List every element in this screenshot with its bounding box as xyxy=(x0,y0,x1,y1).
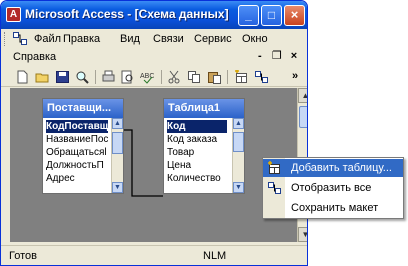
scroll-down-icon[interactable]: ▼ xyxy=(112,182,123,193)
scroll-thumb[interactable] xyxy=(233,132,244,152)
status-text: Готов xyxy=(9,250,37,262)
add-table-icon xyxy=(268,161,280,174)
menu-bar-row2: Справка - ❐ × xyxy=(1,48,307,66)
menu-bar: Файл Правка Вид Связи Сервис Окно xyxy=(1,30,307,48)
cut-icon[interactable] xyxy=(167,70,182,84)
field-item[interactable]: Цена xyxy=(167,159,227,172)
close-button[interactable]: × xyxy=(284,5,305,26)
open-icon[interactable] xyxy=(35,70,50,84)
save-icon[interactable] xyxy=(55,70,70,84)
field-item[interactable]: КодПоставщ xyxy=(46,120,108,133)
context-menu-label: Добавить таблицу... xyxy=(291,162,392,174)
toolbar-separator xyxy=(227,70,228,84)
scroll-up-icon[interactable]: ▲ xyxy=(112,118,123,129)
context-menu: Добавить таблицу... Отобразить все Сохра… xyxy=(262,157,404,219)
maximize-button[interactable]: □ xyxy=(261,5,282,26)
menu-view[interactable]: Вид xyxy=(120,33,140,45)
show-all-icon xyxy=(268,182,281,194)
scroll-thumb[interactable] xyxy=(112,132,123,154)
table-suppliers-title[interactable]: Поставщи... xyxy=(43,99,123,118)
field-item[interactable]: Код xyxy=(167,120,227,133)
svg-text:ABC: ABC xyxy=(140,73,154,80)
title-bar[interactable]: A Microsoft Access - [Схема данных] _ □ … xyxy=(1,1,307,29)
menu-edit[interactable]: Правка xyxy=(63,33,100,45)
field-item[interactable]: НазваниеПос xyxy=(46,133,108,146)
mdi-controls: - ❐ × xyxy=(253,49,301,62)
mdi-close-button[interactable]: × xyxy=(287,50,301,62)
toolbar-separator xyxy=(161,70,162,84)
scroll-down-icon[interactable]: ▼ xyxy=(298,227,307,242)
table-suppliers[interactable]: Поставщи... КодПоставщ НазваниеПос Обращ… xyxy=(42,98,124,194)
field-item[interactable]: Код заказа xyxy=(167,133,227,146)
context-menu-item-add-table[interactable]: Добавить таблицу... xyxy=(263,159,403,177)
status-bar: Готов NLM xyxy=(1,245,307,265)
show-all-icon[interactable] xyxy=(254,70,269,84)
toolbar-separator xyxy=(95,70,96,84)
scroll-thumb[interactable] xyxy=(299,106,307,128)
scroll-up-icon[interactable]: ▲ xyxy=(298,88,307,103)
toolbar-options-icon[interactable]: » xyxy=(292,70,304,84)
mdi-restore-button[interactable]: ❐ xyxy=(270,49,284,62)
field-item[interactable]: ДолжностьП xyxy=(46,159,108,172)
table-table1-title[interactable]: Таблица1 xyxy=(164,99,244,118)
menu-tools[interactable]: Сервис xyxy=(194,33,232,45)
paste-icon[interactable] xyxy=(207,70,222,84)
table-suppliers-fields: КодПоставщ НазваниеПос Обращатьсяl Должн… xyxy=(43,118,123,193)
field-item[interactable]: Количество xyxy=(167,172,227,185)
minimize-button[interactable]: _ xyxy=(238,5,259,26)
menu-relationships[interactable]: Связи xyxy=(153,33,184,45)
spellcheck-icon[interactable]: ABC xyxy=(139,70,154,84)
show-table-icon[interactable] xyxy=(234,70,249,84)
window-title: Microsoft Access - [Схема данных] xyxy=(25,7,229,21)
context-menu-label: Сохранить макет xyxy=(291,202,379,214)
num-lock-indicator: NLM xyxy=(203,250,227,262)
scroll-up-icon[interactable]: ▲ xyxy=(233,118,244,129)
access-app-icon[interactable]: A xyxy=(6,7,21,22)
toolbar: ABC » xyxy=(1,67,307,87)
menu-file[interactable]: Файл xyxy=(34,33,61,45)
new-icon[interactable] xyxy=(15,70,30,84)
table-table1-fields: Код Код заказа Товар Цена Количество ▲ ▼ xyxy=(164,118,244,193)
relationship-line[interactable] xyxy=(124,123,164,203)
print-icon[interactable] xyxy=(101,70,116,84)
field-item[interactable]: Адрес xyxy=(46,172,108,185)
menu-help[interactable]: Справка xyxy=(13,51,56,63)
search-icon[interactable] xyxy=(75,70,90,84)
access-window: A Microsoft Access - [Схема данных] _ □ … xyxy=(0,0,308,266)
table-suppliers-scrollbar[interactable]: ▲ ▼ xyxy=(111,118,123,193)
table-table1[interactable]: Таблица1 Код Код заказа Товар Цена Колич… xyxy=(163,98,245,194)
menubar-grip[interactable] xyxy=(4,32,7,46)
field-item[interactable]: Обращатьсяl xyxy=(46,146,108,159)
copy-icon[interactable] xyxy=(187,70,202,84)
menu-window[interactable]: Окно xyxy=(242,33,268,45)
context-menu-item-save-layout[interactable]: Сохранить макет xyxy=(263,199,403,217)
context-menu-item-show-all[interactable]: Отобразить все xyxy=(263,179,403,197)
mdi-minimize-button[interactable]: - xyxy=(253,50,267,62)
print-preview-icon[interactable] xyxy=(120,70,135,84)
field-item[interactable]: Товар xyxy=(167,146,227,159)
table-table1-scrollbar[interactable]: ▲ ▼ xyxy=(232,118,244,193)
context-menu-label: Отобразить все xyxy=(291,182,372,194)
scroll-down-icon[interactable]: ▼ xyxy=(233,182,244,193)
relationships-window-icon[interactable] xyxy=(13,32,27,45)
